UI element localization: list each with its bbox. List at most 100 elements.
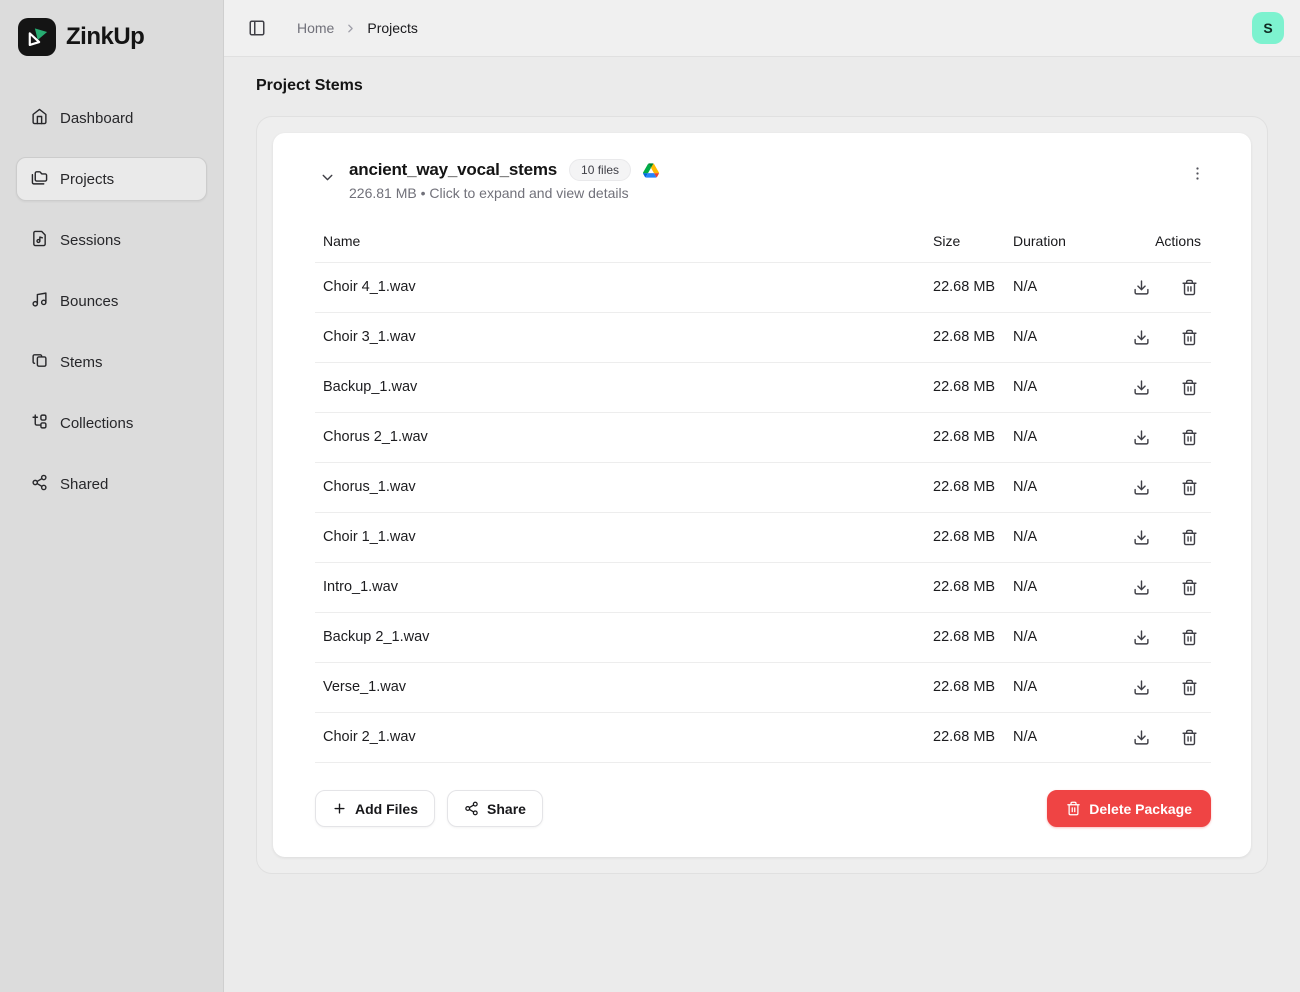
sidebar-item-dashboard[interactable]: Dashboard [16,96,207,140]
share-label: Share [487,801,526,817]
main-area: Home Projects S Project Stems [224,0,1300,992]
download-icon[interactable] [1131,627,1151,647]
brand-name: ZinkUp [66,23,144,51]
sidebar: ZinkUp Dashboard Projects Sessions Bounc… [0,0,224,992]
table-row[interactable]: Choir 1_1.wav 22.68 MB N/A [315,513,1211,563]
trash-icon[interactable] [1179,727,1199,747]
download-icon[interactable] [1131,327,1151,347]
table-row[interactable]: Choir 3_1.wav 22.68 MB N/A [315,313,1211,363]
delete-package-label: Delete Package [1089,801,1192,817]
tree-icon [31,413,48,434]
trash-icon [1066,801,1081,816]
file-duration: N/A [1013,279,1119,295]
stacked-copies-icon [31,352,48,373]
table-row[interactable]: Backup_1.wav 22.68 MB N/A [315,363,1211,413]
file-name: Backup_1.wav [315,379,933,395]
trash-icon[interactable] [1179,677,1199,697]
page-title: Project Stems [256,77,1268,95]
sidebar-item-collections[interactable]: Collections [16,401,207,445]
sidebar-toggle-icon[interactable] [243,14,271,42]
file-music-icon [31,230,48,251]
table-row[interactable]: Intro_1.wav 22.68 MB N/A [315,563,1211,613]
brand: ZinkUp [16,16,207,56]
trash-icon[interactable] [1179,327,1199,347]
file-name: Chorus 2_1.wav [315,429,933,445]
sidebar-item-bounces[interactable]: Bounces [16,279,207,323]
more-options-icon[interactable] [1183,159,1211,187]
trash-icon[interactable] [1179,477,1199,497]
trash-icon[interactable] [1179,627,1199,647]
download-icon[interactable] [1131,377,1151,397]
file-name: Choir 3_1.wav [315,329,933,345]
file-size: 22.68 MB [933,529,1013,545]
package-list-panel: ancient_way_vocal_stems 10 files [256,116,1268,874]
trash-icon[interactable] [1179,577,1199,597]
breadcrumb-home[interactable]: Home [297,20,334,36]
content: Project Stems ancient_way_vocal_stems 10… [224,57,1300,992]
column-header-duration: Duration [1013,233,1119,249]
chevron-right-icon [344,22,357,35]
download-icon[interactable] [1131,727,1151,747]
avatar[interactable]: S [1252,12,1284,44]
file-count-badge: 10 files [569,159,631,181]
package-name: ancient_way_vocal_stems [349,160,557,180]
sidebar-item-projects[interactable]: Projects [16,157,207,201]
sidebar-item-label: Shared [60,476,108,493]
share-button[interactable]: Share [447,790,543,827]
sidebar-item-label: Projects [60,171,114,188]
plus-icon [332,801,347,816]
column-header-size: Size [933,233,1013,249]
trash-icon[interactable] [1179,427,1199,447]
home-icon [31,108,48,129]
sidebar-item-stems[interactable]: Stems [16,340,207,384]
package-footer: Add Files Share Delete Package [315,790,1211,827]
file-table: Name Size Duration Actions Choir 4_1.wav… [315,223,1211,763]
trash-icon[interactable] [1179,377,1199,397]
download-icon[interactable] [1131,577,1151,597]
table-row[interactable]: Choir 4_1.wav 22.68 MB N/A [315,263,1211,313]
sidebar-item-shared[interactable]: Shared [16,462,207,506]
file-size: 22.68 MB [933,429,1013,445]
add-files-button[interactable]: Add Files [315,790,435,827]
column-header-actions: Actions [1119,233,1211,249]
file-size: 22.68 MB [933,729,1013,745]
breadcrumb: Home Projects [297,20,418,36]
trash-icon[interactable] [1179,277,1199,297]
google-drive-icon [643,163,659,178]
table-row[interactable]: Choir 2_1.wav 22.68 MB N/A [315,713,1211,763]
add-files-label: Add Files [355,801,418,817]
package-title-block: ancient_way_vocal_stems 10 files [349,159,659,201]
file-name: Verse_1.wav [315,679,933,695]
table-row[interactable]: Verse_1.wav 22.68 MB N/A [315,663,1211,713]
trash-icon[interactable] [1179,527,1199,547]
file-size: 22.68 MB [933,679,1013,695]
download-icon[interactable] [1131,527,1151,547]
app-root: ZinkUp Dashboard Projects Sessions Bounc… [0,0,1300,992]
sidebar-item-label: Stems [60,354,103,371]
download-icon[interactable] [1131,277,1151,297]
topbar: Home Projects S [224,0,1300,57]
share-icon [31,474,48,495]
download-icon[interactable] [1131,427,1151,447]
chevron-down-icon[interactable] [315,165,339,189]
table-row[interactable]: Chorus 2_1.wav 22.68 MB N/A [315,413,1211,463]
file-table-header: Name Size Duration Actions [315,223,1211,263]
file-name: Choir 4_1.wav [315,279,933,295]
table-row[interactable]: Backup 2_1.wav 22.68 MB N/A [315,613,1211,663]
file-size: 22.68 MB [933,479,1013,495]
package-subtitle: 226.81 MB • Click to expand and view det… [349,185,659,201]
sidebar-nav: Dashboard Projects Sessions Bounces Stem… [16,96,207,523]
music-note-icon [31,291,48,312]
package-header[interactable]: ancient_way_vocal_stems 10 files [315,159,1211,201]
file-size: 22.68 MB [933,279,1013,295]
table-row[interactable]: Chorus_1.wav 22.68 MB N/A [315,463,1211,513]
file-duration: N/A [1013,579,1119,595]
file-size: 22.68 MB [933,329,1013,345]
sidebar-item-sessions[interactable]: Sessions [16,218,207,262]
delete-package-button[interactable]: Delete Package [1047,790,1211,827]
package-card: ancient_way_vocal_stems 10 files [273,133,1251,857]
download-icon[interactable] [1131,677,1151,697]
download-icon[interactable] [1131,477,1151,497]
file-name: Chorus_1.wav [315,479,933,495]
file-name: Backup 2_1.wav [315,629,933,645]
